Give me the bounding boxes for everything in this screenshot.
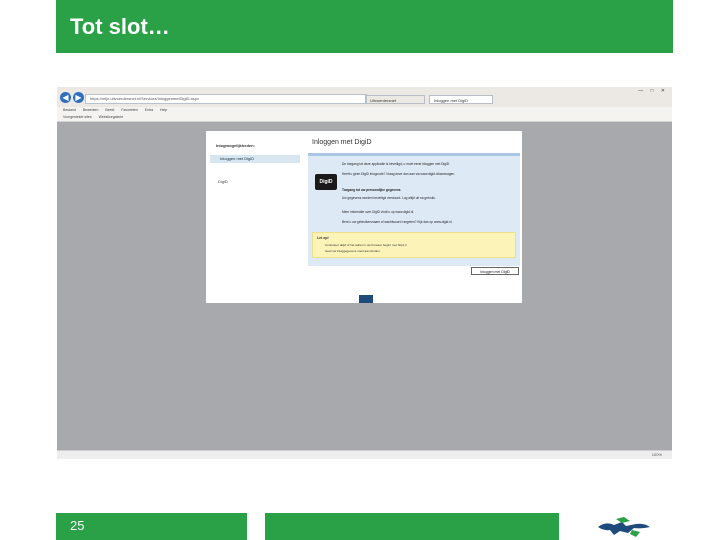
menu-bestand[interactable]: Bestand — [63, 108, 76, 112]
browser-toolbar: ◀ ▶ https://mijn.uitvoerdersnet.nl/Servi… — [57, 87, 672, 107]
menu-extra[interactable]: Extra — [145, 108, 153, 112]
favorites-bar: Voorgestelde sites Webslicegalerie — [57, 114, 672, 122]
status-bar: 100% — [57, 450, 672, 459]
panel-line: Meer informatie over DigiD vindt u op ww… — [342, 210, 415, 214]
tab-uitvoerdersnet[interactable]: Uitvoerdersnet — [365, 95, 425, 104]
web-page: Inlogmogelijkheden: Inloggen met DigiD D… — [206, 131, 522, 303]
slide-title: Tot slot… — [70, 14, 170, 39]
header-bar: Tot slot… — [56, 0, 673, 53]
info-panel: DigiD De toegang tot deze applicatie is … — [308, 153, 520, 266]
window-controls[interactable]: — □ ✕ — [638, 88, 668, 94]
login-button[interactable]: Inloggen met DigiD — [471, 267, 519, 275]
browser-screenshot: ◀ ▶ https://mijn.uitvoerdersnet.nl/Servi… — [57, 87, 672, 459]
footer-left-bar: 25 — [56, 513, 247, 540]
panel-line: Toegang tot uw persoonlijke gegevens — [342, 188, 401, 192]
warning-note: Let op! Controleer altijd of het adres i… — [312, 232, 516, 258]
note-line: Geef uw inloggegevens nooit aan derden. — [325, 249, 381, 253]
menu-help[interactable]: Help — [160, 108, 167, 112]
forward-arrow-icon[interactable]: ▶ — [73, 92, 84, 103]
digid-logo: DigiD — [315, 174, 337, 190]
menu-favorieten[interactable]: Favorieten — [121, 108, 138, 112]
panel-line: Uw gegevens worden beveiligd verstuurd. … — [342, 196, 436, 200]
organization-logo — [598, 517, 650, 537]
panel-line: Bent u uw gebruikersnaam of wachtwoord v… — [342, 220, 453, 224]
scroll-marker — [359, 295, 373, 303]
note-title: Let op! — [317, 236, 329, 240]
page-heading: Inloggen met DigiD — [312, 139, 372, 146]
sidebar-item-other[interactable]: DigiD — [218, 179, 228, 184]
footer-mid-bar — [265, 513, 559, 540]
fav-voorgestelde[interactable]: Voorgestelde sites — [63, 115, 92, 119]
page-number: 25 — [70, 518, 85, 533]
sidebar-title: Inlogmogelijkheden: — [216, 143, 255, 148]
tab-inloggen[interactable]: Inloggen met DigiD — [429, 95, 493, 104]
note-line: Controleer altijd of het adres in uw bro… — [325, 243, 407, 247]
zoom-level[interactable]: 100% — [652, 452, 662, 457]
panel-line: Heeft u geen DigiD inlogcode? Vraag deze… — [342, 172, 456, 176]
address-bar[interactable]: https://mijn.uitvoerdersnet.nl/Services/… — [85, 94, 367, 104]
fav-webslice[interactable]: Webslicegalerie — [99, 115, 124, 119]
address-url: https://mijn.uitvoerdersnet.nl/Services/… — [90, 96, 199, 101]
panel-line: De toegang tot deze applicatie is beveil… — [342, 162, 450, 166]
sidebar-item-digid[interactable]: Inloggen met DigiD — [210, 155, 300, 163]
menu-beeld[interactable]: Beeld — [105, 108, 114, 112]
menu-bar: Bestand Bewerken Beeld Favorieten Extra … — [57, 107, 672, 114]
menu-bewerken[interactable]: Bewerken — [83, 108, 99, 112]
back-arrow-icon[interactable]: ◀ — [60, 92, 71, 103]
